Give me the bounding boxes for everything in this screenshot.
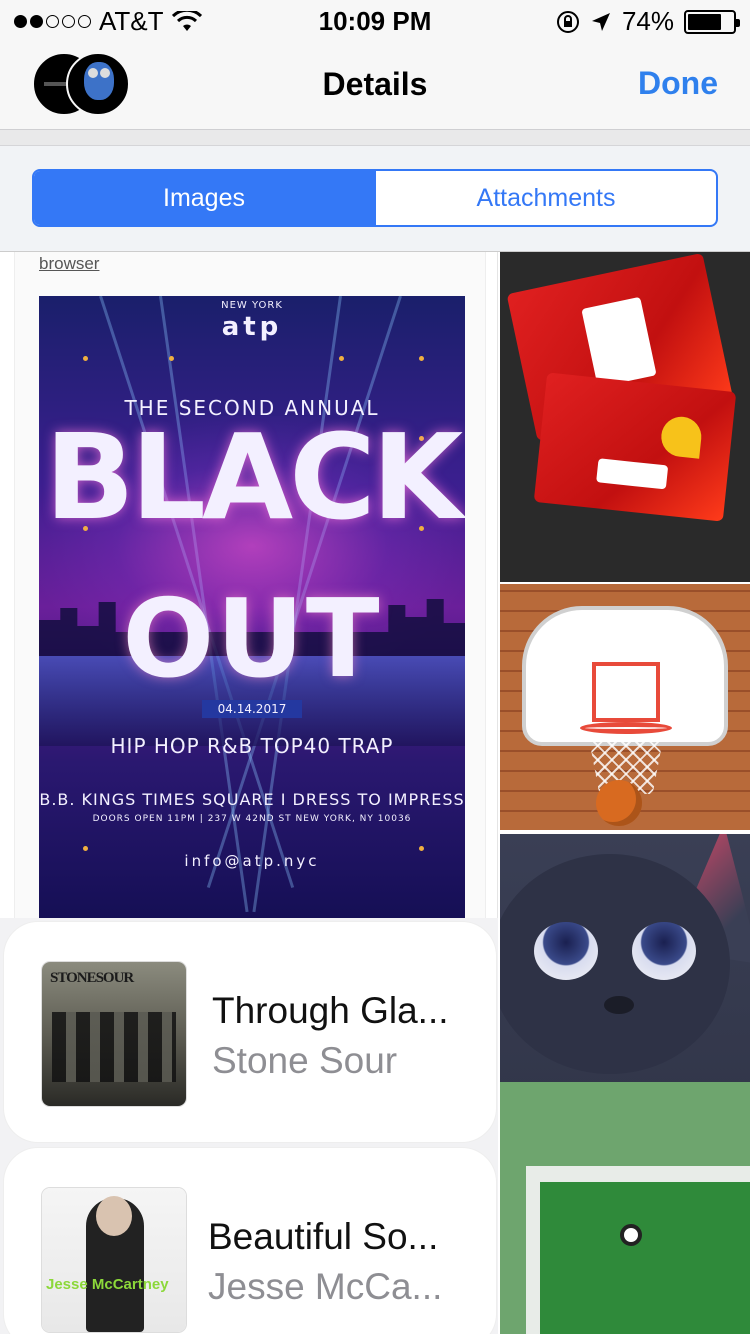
poster-email: info@atp.nyc: [184, 852, 320, 870]
track-artist: Jesse McCa...: [208, 1266, 443, 1307]
segment-area: Images Attachments: [0, 146, 750, 252]
status-right: 74%: [556, 6, 740, 37]
noodles-photo-tile[interactable]: [500, 252, 750, 582]
track-artist: Stone Sour: [212, 1040, 398, 1081]
status-bar: AT&T 10:09 PM 74%: [0, 0, 750, 40]
poster-headline-out: OUT: [122, 577, 382, 702]
battery-icon: [684, 9, 740, 34]
battery-fill: [688, 13, 721, 30]
music-attachment-card[interactable]: Jesse McCartney Beautiful So... Jesse Mc…: [4, 1148, 496, 1334]
track-title: Beautiful So...: [208, 1216, 439, 1257]
navigation-bar: Details Done: [0, 40, 750, 130]
divider: [0, 130, 750, 146]
rotation-lock-icon: [556, 10, 579, 33]
poster-headline-black: BLACK: [44, 408, 464, 546]
album-art: Jesse McCartney: [42, 1188, 186, 1332]
media-grid: browser NEW YORK atp THE SECOND ANNUAL B…: [0, 252, 750, 1334]
location-arrow-icon: [591, 12, 610, 31]
album-art-artist: Jesse McCartney: [46, 1276, 169, 1293]
poster-date-label: 04.14.2017: [201, 700, 303, 718]
tab-images[interactable]: Images: [34, 171, 374, 225]
segmented-control: Images Attachments: [32, 169, 718, 227]
album-art: STONESOUR: [42, 962, 186, 1106]
music-attachment-card[interactable]: STONESOUR Through Gla... Stone Sour: [4, 922, 496, 1142]
poster-genres: HIP HOP R&B TOP40 TRAP: [110, 734, 394, 758]
album-art-band: STONESOUR: [50, 970, 134, 986]
track-title: Through Gla...: [212, 990, 449, 1031]
golf-game-tile[interactable]: [500, 1082, 750, 1334]
poster-venue: B.B. KINGS TIMES SQUARE I DRESS TO IMPRE…: [39, 790, 465, 809]
poster-details: DOORS OPEN 11PM | 237 W 42ND ST NEW YORK…: [92, 814, 412, 824]
browser-link[interactable]: browser: [39, 254, 99, 274]
poster-date: 04.14.2017: [39, 700, 465, 718]
basketball-game-tile[interactable]: [500, 584, 750, 830]
poster-brand: atp: [221, 312, 283, 342]
poster-container: browser NEW YORK atp THE SECOND ANNUAL B…: [14, 252, 486, 918]
done-button[interactable]: Done: [638, 65, 718, 102]
tab-attachments[interactable]: Attachments: [374, 171, 716, 225]
battery-percentage: 74%: [621, 6, 674, 36]
event-poster-image: NEW YORK atp THE SECOND ANNUAL BLACK OUT…: [39, 296, 465, 918]
poster-image-tile[interactable]: browser NEW YORK atp THE SECOND ANNUAL B…: [0, 252, 498, 918]
poster-city: NEW YORK: [221, 300, 283, 311]
